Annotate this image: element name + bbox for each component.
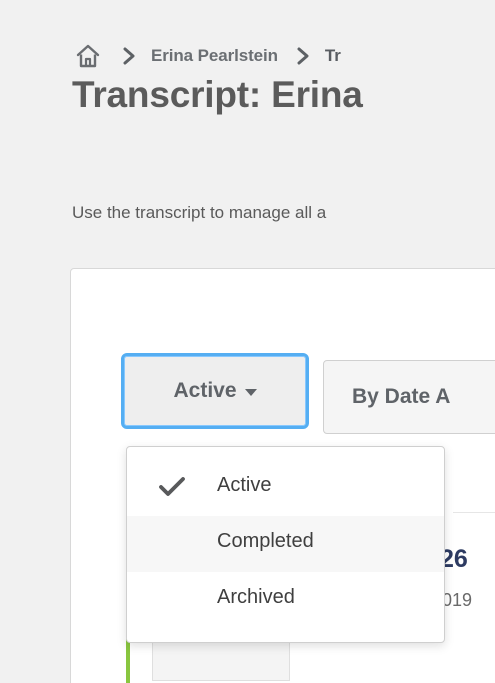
menu-item-active[interactable]: Active [127, 460, 444, 516]
menu-item-archived[interactable]: Archived [127, 572, 444, 628]
sort-button[interactable]: By Date A [323, 360, 495, 434]
page-description: Use the transcript to manage all a [72, 203, 327, 222]
home-icon[interactable] [72, 40, 104, 72]
list-divider [453, 512, 495, 513]
chevron-right-icon [288, 41, 318, 71]
transcript-page: Erina Pearlstein Tr Transcript: Erina Us… [0, 0, 495, 683]
caret-down-icon [244, 388, 257, 396]
checkmark-icon [158, 475, 186, 499]
status-dropdown-menu: Active Completed Archived [126, 446, 445, 643]
breadcrumb-user-link[interactable]: Erina Pearlstein [151, 46, 278, 66]
menu-item-label: Archived [217, 586, 295, 608]
page-title: Transcript: Erina [72, 74, 363, 115]
menu-item-label: Active [217, 474, 272, 496]
breadcrumb: Erina Pearlstein Tr [72, 38, 341, 74]
chevron-right-icon [114, 41, 144, 71]
breadcrumb-current-item: Tr [324, 46, 341, 65]
menu-item-label: Completed [217, 530, 314, 552]
status-filter-label: Active [173, 379, 237, 402]
menu-item-completed[interactable]: Completed [127, 516, 444, 572]
record-date: 019 [442, 590, 473, 610]
sort-button-label: By Date A [352, 385, 451, 408]
status-filter-button[interactable]: Active [121, 353, 309, 429]
